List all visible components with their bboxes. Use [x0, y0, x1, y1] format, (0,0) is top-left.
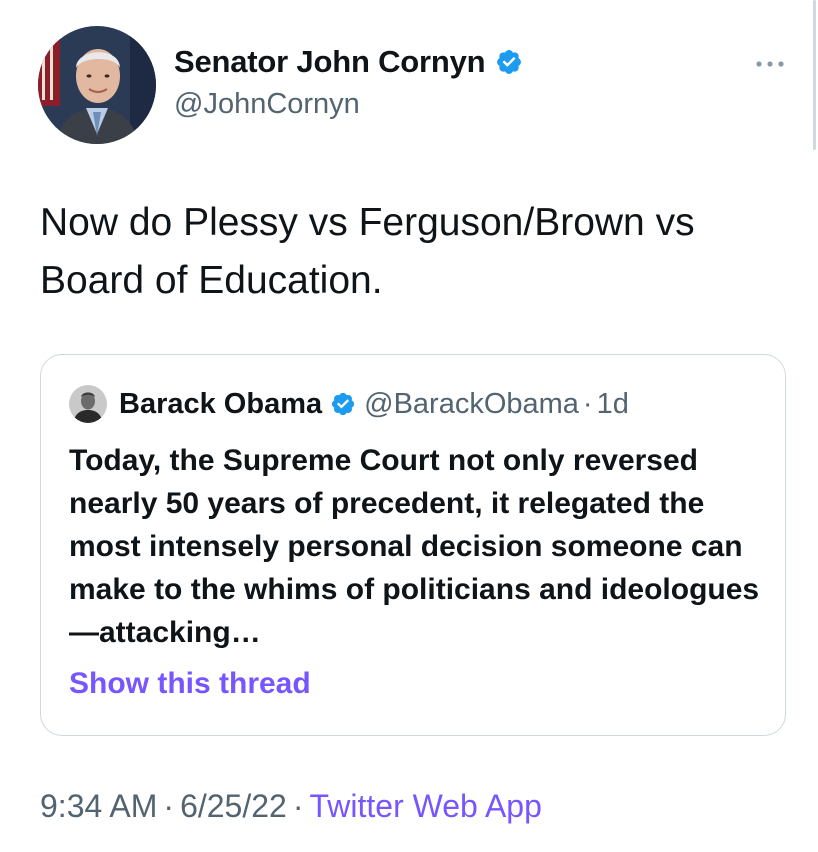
author-name-row: Senator John Cornyn — [174, 44, 523, 80]
quoted-tweet-text: Today, the Supreme Court not only revers… — [69, 444, 760, 649]
quoted-author-name: Barack Obama — [119, 387, 323, 420]
author-display-name[interactable]: Senator John Cornyn — [174, 44, 486, 80]
quoted-tweet-time: 1d — [596, 387, 629, 420]
quoted-profile-photo-icon — [69, 385, 107, 423]
tweet-meta: 9:34 AM · 6/25/22 · Twitter Web App — [40, 788, 542, 825]
tweet-detail: Senator John Cornyn @JohnCornyn Now do P… — [0, 0, 818, 852]
quoted-author-avatar — [69, 385, 107, 423]
tweet-source-link[interactable]: Twitter Web App — [309, 788, 541, 824]
tweet-time[interactable]: 9:34 AM — [40, 788, 157, 824]
show-thread-link[interactable]: Show this thread — [69, 667, 311, 701]
more-options-icon[interactable] — [752, 54, 788, 74]
separator-dot: · — [292, 788, 304, 824]
scrollbar[interactable] — [813, 0, 816, 150]
author-avatar[interactable] — [38, 26, 156, 144]
quoted-tweet-card[interactable]: Barack Obama @BarackObama · 1d Today, th… — [40, 354, 786, 736]
profile-photo-icon — [38, 26, 156, 144]
quoted-tweet-header: Barack Obama @BarackObama · 1d — [69, 385, 629, 423]
author-handle[interactable]: @JohnCornyn — [174, 88, 360, 121]
quoted-author-handle: @BarackObama — [364, 387, 579, 420]
separator-dot: · — [582, 387, 593, 420]
tweet-text: Now do Plessy vs Ferguson/Brown vs Board… — [40, 201, 695, 302]
verified-badge-icon — [495, 48, 523, 76]
verified-badge-icon — [330, 391, 356, 417]
separator-dot: · — [163, 788, 175, 824]
tweet-date[interactable]: 6/25/22 — [180, 788, 287, 824]
